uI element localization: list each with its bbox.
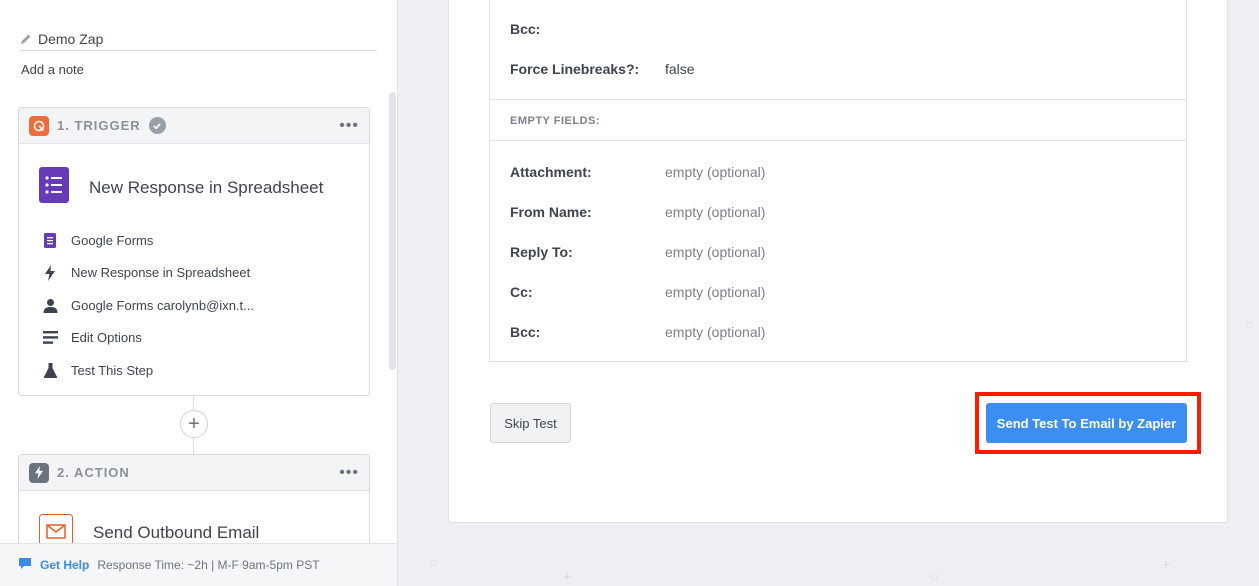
trigger-app-row[interactable]: New Response in Spreadsheet (19, 144, 369, 214)
more-options-icon[interactable]: ••• (339, 117, 359, 135)
field-force-linebreaks: Force Linebreaks?: false (510, 61, 695, 77)
field-value: empty (optional) (665, 324, 766, 340)
trigger-card-header[interactable]: 1. TRIGGER ••• (19, 108, 369, 144)
list-icon (41, 329, 59, 347)
action-label: 2. ACTION (57, 465, 130, 480)
field-key: Bcc: (510, 324, 541, 340)
flask-icon (41, 361, 59, 379)
get-help-link[interactable]: Get Help (40, 558, 89, 572)
field-reply-to: Reply To: empty (optional) (510, 244, 765, 260)
step-label: Google Forms carolynb@ixn.t... (71, 297, 254, 313)
connector-line (193, 396, 194, 410)
sidebar: Demo Zap Add a note 1. TRIGGER ••• New R… (0, 0, 398, 586)
field-value: empty (optional) (665, 244, 766, 260)
field-attachment: Attachment: empty (optional) (510, 164, 765, 180)
bg-circle-icon: ○ (429, 554, 438, 570)
step-label: New Response in Spreadsheet (71, 265, 251, 281)
bg-plus-icon: + (563, 568, 572, 584)
add-note-link[interactable]: Add a note (21, 62, 84, 77)
field-value: empty (optional) (665, 204, 766, 220)
google-forms-app-icon (39, 167, 69, 208)
field-bcc-empty: Bcc: empty (optional) (510, 324, 765, 340)
divider (490, 99, 1186, 100)
trigger-app-title: New Response in Spreadsheet (89, 177, 324, 197)
trigger-label: 1. TRIGGER (57, 118, 141, 133)
step-label: Edit Options (71, 330, 142, 346)
divider (490, 140, 1186, 141)
field-value: empty (optional) (665, 284, 766, 300)
trigger-card: 1. TRIGGER ••• New Response in Spreadshe… (18, 107, 370, 396)
field-value: empty (optional) (665, 164, 766, 180)
field-from-name: From Name: empty (optional) (510, 204, 765, 220)
bg-circle-icon: ○ (1245, 316, 1254, 332)
step-label: Test This Step (71, 362, 154, 378)
field-key: Bcc: (510, 21, 541, 37)
sidebar-scrollbar[interactable] (389, 92, 396, 370)
fields-box: Bcc: Force Linebreaks?: false EMPTY FIEL… (489, 0, 1187, 362)
field-key: Force Linebreaks?: (510, 61, 640, 77)
field-key: Reply To: (510, 244, 573, 260)
pencil-icon (20, 33, 32, 45)
field-key: Cc: (510, 284, 533, 300)
add-step-button[interactable]: + (180, 410, 208, 438)
step-edit-options[interactable]: Edit Options (41, 322, 369, 355)
bg-plus-icon: + (1162, 556, 1171, 572)
field-key: Attachment: (510, 164, 592, 180)
skip-test-button[interactable]: Skip Test (490, 403, 571, 443)
google-forms-icon (41, 231, 59, 249)
step-google-forms[interactable]: Google Forms (41, 224, 369, 257)
send-test-button[interactable]: Send Test To Email by Zapier (986, 403, 1187, 443)
zap-name-field[interactable]: Demo Zap (20, 28, 377, 51)
chat-icon (18, 557, 32, 573)
response-time-text: Response Time: ~2h | M-F 9am-5pm PST (97, 558, 320, 572)
field-bcc: Bcc: (510, 21, 665, 37)
step-test[interactable]: Test This Step (41, 354, 369, 387)
empty-fields-header: EMPTY FIELDS: (510, 115, 601, 127)
action-card-header[interactable]: 2. ACTION ••• (19, 455, 369, 491)
field-key: From Name: (510, 204, 592, 220)
test-step-panel: Bcc: Force Linebreaks?: false EMPTY FIEL… (448, 0, 1228, 523)
action-app-title: Send Outbound Email (93, 523, 260, 542)
step-label: Google Forms (71, 232, 154, 248)
zap-name-text: Demo Zap (38, 31, 104, 47)
trigger-icon (29, 115, 49, 136)
step-account[interactable]: Google Forms carolynb@ixn.t... (41, 289, 369, 322)
trigger-steps: Google Forms New Response in Spreadsheet… (19, 214, 369, 387)
action-lightning-icon (29, 462, 49, 483)
user-icon (41, 296, 59, 314)
field-value: false (665, 61, 695, 77)
check-icon (148, 117, 166, 134)
bg-circle-icon: ○ (930, 568, 939, 584)
field-cc: Cc: empty (optional) (510, 284, 765, 300)
step-event[interactable]: New Response in Spreadsheet (41, 257, 369, 290)
help-bar: Get Help Response Time: ~2h | M-F 9am-5p… (0, 543, 397, 586)
lightning-icon (41, 264, 59, 282)
more-options-icon[interactable]: ••• (339, 464, 359, 482)
connector-line (193, 438, 194, 455)
